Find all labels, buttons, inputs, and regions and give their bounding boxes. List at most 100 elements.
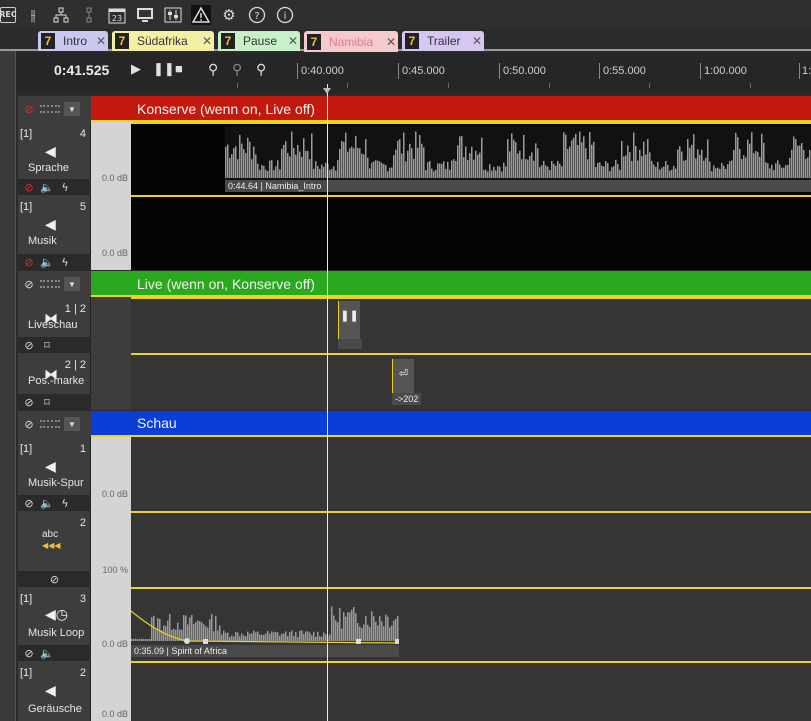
mute-icon[interactable]: ⊘ — [48, 573, 62, 586]
waveform-bar — [685, 159, 687, 178]
marker-icon[interactable]: ⌑ — [40, 396, 54, 409]
playhead-handle[interactable] — [323, 88, 331, 94]
hierarchy-icon[interactable] — [50, 4, 72, 26]
calendar-icon[interactable]: 23 — [106, 4, 128, 26]
stop-button[interactable]: ■ — [175, 61, 183, 76]
track-lane[interactable] — [131, 511, 811, 587]
rec-icon[interactable]: REC — [0, 6, 17, 23]
tab-pause[interactable]: 7 Pause ✕ — [218, 31, 300, 51]
dropdown-icon[interactable]: ▼ — [64, 102, 80, 116]
zoom-fit-icon[interactable]: ⚲ — [232, 61, 242, 78]
waveform-bar — [149, 639, 151, 641]
zoom-in-icon[interactable]: ⚲ — [208, 61, 218, 78]
close-icon[interactable]: ✕ — [94, 34, 108, 48]
monitor-icon[interactable] — [134, 4, 156, 26]
level-meter[interactable]: 0.0 dB — [91, 122, 131, 195]
track-lane[interactable] — [131, 437, 811, 511]
warning-icon[interactable] — [190, 4, 212, 26]
waveform-bar — [513, 139, 515, 178]
speaker-icon[interactable]: 🔈 — [40, 497, 54, 510]
ruler-minor-tick — [448, 83, 449, 88]
mute-icon[interactable]: ⊘ — [22, 339, 36, 352]
speaker-icon[interactable]: 🔈 — [40, 647, 54, 660]
grip-icon[interactable] — [40, 105, 60, 113]
group-live[interactable]: ⊘ ▼ Live (wenn on, Konserve off) — [18, 271, 811, 297]
group-bar[interactable]: Schau — [91, 411, 811, 437]
group-bar[interactable]: Live (wenn on, Konserve off) — [91, 271, 811, 297]
track-text[interactable]: 2 abc ◀◀◀ ⊘ 100 % — [18, 511, 811, 587]
grip-icon[interactable] — [40, 280, 60, 288]
bolt-icon[interactable]: ϟ — [58, 497, 72, 510]
tree-icon[interactable] — [78, 4, 100, 26]
speaker-icon[interactable]: 🔈 — [40, 181, 54, 194]
mute-icon[interactable]: ⊘ — [22, 181, 36, 194]
waveform-bar — [199, 621, 201, 641]
track-lane[interactable] — [131, 661, 811, 721]
mute-icon[interactable]: ⊘ — [22, 418, 36, 431]
mute-icon[interactable]: ⊘ — [22, 256, 36, 269]
track-lane[interactable] — [131, 297, 811, 353]
tab-trailer[interactable]: 7 Trailer ✕ — [402, 31, 484, 51]
group-bar[interactable]: Konserve (wenn on, Live off) — [91, 96, 811, 122]
grip-icon[interactable] — [40, 420, 60, 428]
waveform-bar — [407, 150, 409, 178]
close-icon[interactable]: ✕ — [200, 34, 214, 48]
pause-button[interactable]: ❚❚ — [153, 61, 175, 77]
playhead[interactable] — [327, 84, 328, 721]
waveform-bar — [405, 161, 407, 178]
track-musik[interactable]: [1] 5 ◀ Musik ⊘ 🔈 ϟ 0.0 dB — [18, 195, 811, 270]
split-icon[interactable]: ⫲ — [22, 4, 44, 26]
help-icon[interactable]: ? — [246, 4, 268, 26]
bolt-icon[interactable]: ϟ — [58, 181, 72, 194]
waveform-bar — [733, 149, 735, 178]
level-meter[interactable]: 0.0 dB — [91, 661, 131, 721]
tab-intro[interactable]: 7 Intro ✕ — [38, 31, 108, 51]
mute-icon[interactable]: ⊘ — [22, 396, 36, 409]
mixer-icon[interactable] — [162, 4, 184, 26]
jump-marker[interactable]: ⏎ — [392, 359, 414, 393]
pause-marker[interactable]: ❚❚ — [338, 301, 360, 339]
tab-suedafrika[interactable]: 7 Südafrika ✕ — [112, 31, 214, 51]
track-lane[interactable] — [131, 353, 811, 410]
gear-icon[interactable]: ⚙ — [218, 4, 240, 26]
level-meter[interactable]: 100 % — [91, 511, 131, 587]
waveform-bar — [335, 170, 337, 178]
track-musik-spur[interactable]: [1] 1 ◀ Musik-Spur ⊘ 🔈 ϟ 0.0 dB — [18, 437, 811, 511]
waveform-sprache[interactable] — [225, 126, 811, 182]
waveform-bar — [311, 133, 313, 178]
mute-icon[interactable]: ⊘ — [22, 647, 36, 660]
waveform-bar — [749, 143, 751, 178]
bolt-icon[interactable]: ϟ — [58, 256, 72, 269]
play-button[interactable]: ▶ — [131, 61, 141, 77]
ruler-label: 0:45.000 — [402, 65, 445, 77]
info-icon[interactable]: i — [274, 4, 296, 26]
group-konserve[interactable]: ⊘ ▼ Konserve (wenn on, Live off) — [18, 96, 811, 122]
waveform-bar — [541, 165, 543, 178]
dropdown-icon[interactable]: ▼ — [64, 417, 80, 431]
track-liveschau[interactable]: 1 | 2 ⧓ Liveschau ⊘ ⌑ — [18, 297, 811, 353]
waveform-bar — [183, 615, 185, 641]
waveform-bar — [353, 148, 355, 178]
close-icon[interactable]: ✕ — [470, 34, 484, 48]
waveform-bar — [329, 170, 331, 178]
mute-icon[interactable]: ⊘ — [22, 278, 36, 291]
mute-icon[interactable]: ⊘ — [22, 103, 36, 116]
speaker-icon[interactable]: 🔈 — [40, 256, 54, 269]
zoom-out-icon[interactable]: ⚲ — [256, 61, 266, 78]
waveform-bar — [247, 631, 249, 641]
mute-icon[interactable]: ⊘ — [22, 497, 36, 510]
level-meter[interactable]: 0.0 dB — [91, 195, 131, 270]
level-meter[interactable]: 0.0 dB — [91, 587, 131, 661]
marker-icon[interactable]: ⌑ — [40, 339, 54, 352]
group-schau[interactable]: ⊘ ▼ Schau — [18, 411, 811, 437]
close-icon[interactable]: ✕ — [384, 35, 398, 49]
tab-namibia[interactable]: 7 Namibia ✕ — [304, 31, 398, 52]
waveform-bar — [485, 169, 487, 178]
level-meter[interactable]: 0.0 dB — [91, 437, 131, 511]
track-geraeusche[interactable]: [1] 2 ◀ Geräusche 0.0 dB — [18, 661, 811, 721]
close-icon[interactable]: ✕ — [286, 34, 300, 48]
waveform-musik-loop[interactable] — [131, 591, 399, 645]
dropdown-icon[interactable]: ▼ — [64, 277, 80, 291]
waveform-bar — [601, 165, 603, 178]
track-lane[interactable] — [131, 195, 811, 270]
